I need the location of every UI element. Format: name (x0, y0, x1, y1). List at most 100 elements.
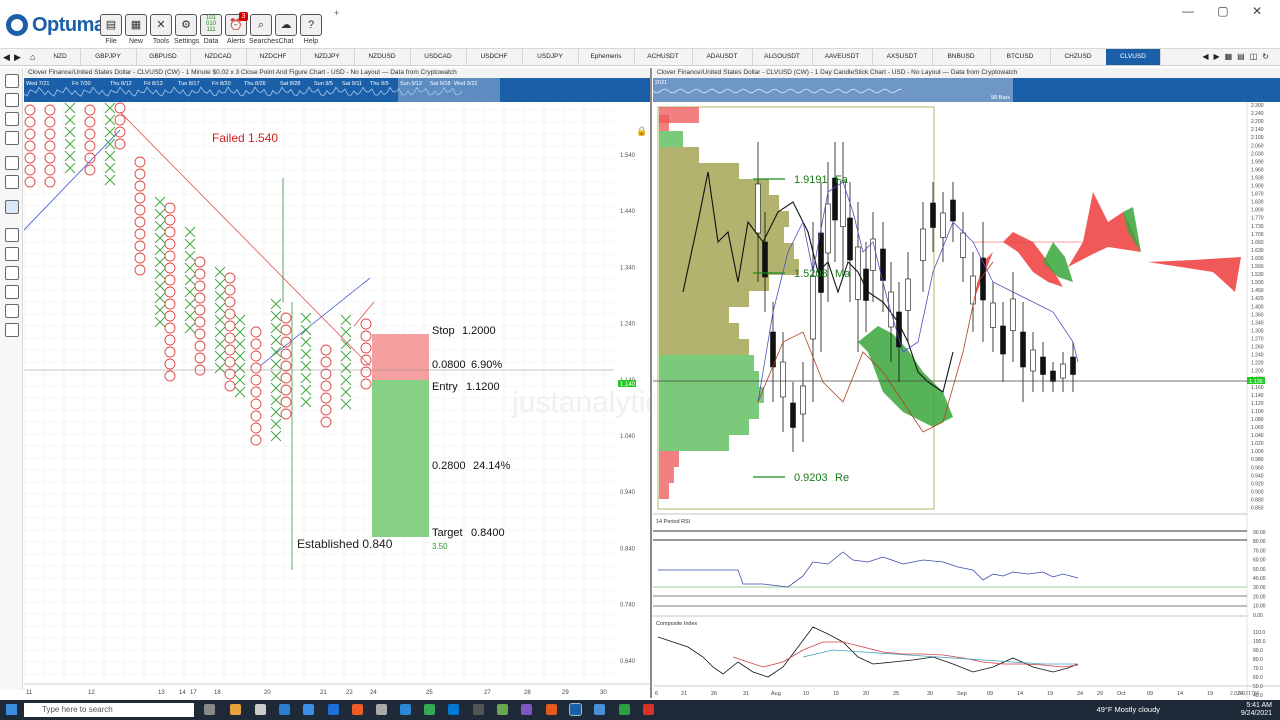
start-icon[interactable] (6, 704, 17, 715)
x-axis-label: 15 (833, 691, 839, 697)
symbol-tab[interactable]: GBPUSD (136, 49, 191, 65)
toolbar-add-icon[interactable]: + (334, 8, 339, 18)
brush-icon[interactable] (5, 285, 19, 299)
searches-button[interactable]: ⌕ Searches (249, 14, 279, 48)
help-button[interactable]: ? Help (299, 14, 323, 48)
file-explorer-icon[interactable] (230, 704, 241, 715)
symbol-tab[interactable]: ADAUSDT (692, 49, 753, 65)
data-button[interactable]: 101 010 111 Data (199, 14, 223, 48)
right-chart-pane[interactable]: Clover Finance/United States Dollar - CL… (653, 68, 1280, 698)
symbol-tab[interactable]: USDCAD (410, 49, 467, 65)
sheets-icon[interactable] (497, 704, 508, 715)
symbol-tab[interactable]: ACHUSDT (634, 49, 693, 65)
task-view-icon[interactable] (204, 704, 215, 715)
x-axis-label: 24 (370, 690, 377, 696)
o-box (114, 126, 126, 138)
right-navigator-strip[interactable]: 2021 98 Bars (653, 78, 1280, 102)
o-box (114, 138, 126, 150)
redo-icon[interactable] (5, 175, 19, 189)
store-icon[interactable] (328, 704, 339, 715)
symbol-tab[interactable]: USDCHF (466, 49, 523, 65)
symbol-tab[interactable]: AAVEUSDT (812, 49, 873, 65)
taskbar-search-input[interactable]: Type here to search (24, 703, 194, 717)
settings-button[interactable]: ⚙ Settings (174, 14, 199, 48)
nav-date-label: Sat 9/18 (430, 81, 451, 87)
symbol-tab[interactable]: BNBUSD (932, 49, 991, 65)
green-app-icon[interactable] (619, 704, 630, 715)
target-value: 0.8400 (471, 527, 505, 539)
firefox-icon[interactable] (546, 704, 557, 715)
chat-button[interactable]: ☁ Chat (274, 14, 298, 48)
o-box (194, 340, 206, 352)
symbol-tab[interactable]: NZDCHF (246, 49, 301, 65)
candlestick-chart-area[interactable]: 2.300 2.240 2.200 2.140 2.100 2.060 2.030 1.990… (653, 102, 1280, 698)
symbol-tab[interactable]: CHZUSD (1050, 49, 1107, 65)
x-axis-label: 21 (320, 690, 327, 696)
discord-icon[interactable] (521, 704, 532, 715)
save-icon[interactable] (5, 112, 19, 126)
app-icon[interactable] (448, 704, 459, 715)
new-button[interactable]: ▦ New (124, 14, 148, 48)
home-icon[interactable]: ⌂ (30, 49, 35, 65)
red-app-icon[interactable] (643, 704, 654, 715)
x-axis-label: 14 (1017, 691, 1023, 697)
terminal-icon[interactable] (473, 704, 484, 715)
crosshair-icon[interactable] (5, 228, 19, 242)
tab-forward-icon[interactable]: ▶ (14, 49, 21, 65)
ci-axis-label: 90.0 (1253, 648, 1263, 654)
symbol-tab[interactable]: BTCUSD (990, 49, 1051, 65)
symbol-tab[interactable]: ALGOUSDT (752, 49, 813, 65)
window-controls[interactable]: — ▢ ✕ (1182, 4, 1272, 18)
pnf-chart-area[interactable]: 1.5401.4401.3401.2401.1401.0400.9400.840… (24, 102, 650, 698)
rsi-axis-label: 20.00 (1253, 594, 1266, 600)
left-chart-pane[interactable]: Clover Finance/United States Dollar - CL… (24, 68, 652, 698)
x-axis-label: 6 (655, 691, 658, 697)
optuma-task-icon[interactable] (569, 703, 582, 716)
symbol-tab[interactable]: GBPJPY (80, 49, 137, 65)
symbol-tab[interactable]: NZD (40, 49, 81, 65)
drawing-tools-sidebar (0, 68, 23, 690)
volume-profile-bar (659, 307, 729, 323)
tab-nav-icons[interactable]: ◀▶▦▤◫↻ (1202, 49, 1274, 65)
folder-open-icon[interactable] (5, 93, 19, 107)
symbol-tab[interactable]: NZDUSD (354, 49, 411, 65)
rsi-axis-label: 10.00 (1253, 604, 1266, 610)
print-icon[interactable] (5, 131, 19, 145)
symbol-tab[interactable]: AXSUSDT (872, 49, 933, 65)
pen-tool-icon[interactable] (5, 200, 19, 214)
layers-icon[interactable] (5, 304, 19, 318)
grid-icon[interactable] (5, 266, 19, 280)
list-icon[interactable] (5, 74, 19, 88)
left-navigator-strip[interactable]: Wed 7/21 Fri 7/30 Thu 8/12 Fri 8/13 Tue 8/17… (24, 78, 650, 102)
tab-back-icon[interactable]: ◀ (3, 49, 10, 65)
volume-profile-bar (659, 483, 669, 499)
weather-widget[interactable]: 49°F Mostly cloudy (1097, 705, 1160, 714)
undo-icon[interactable] (5, 156, 19, 170)
candle-body (950, 199, 956, 222)
edge-icon[interactable] (303, 704, 314, 715)
ci-axis-label: 60.0 (1253, 675, 1263, 681)
browser-icon[interactable] (400, 704, 411, 715)
symbol-tab[interactable]: USDJPY (522, 49, 579, 65)
checklist-icon[interactable] (5, 323, 19, 337)
symbol-tab[interactable]: NZDJPY (300, 49, 355, 65)
taskbar-clock[interactable]: 5:41 AM 9/24/2021 (1241, 702, 1272, 718)
symbol-tab[interactable]: CLVUSD (1106, 49, 1161, 65)
symbol-tab[interactable]: NZDCAD (190, 49, 247, 65)
symbol-tab[interactable]: Ephemeris (578, 49, 635, 65)
o-box (280, 324, 292, 336)
chrome-icon[interactable] (424, 704, 435, 715)
tools-button[interactable]: ✕ Tools (149, 14, 173, 48)
x-axis-label: 31 (743, 691, 749, 697)
mail-icon[interactable] (279, 704, 290, 715)
photos-icon[interactable] (594, 704, 605, 715)
x-axis-label: 28 (524, 690, 531, 696)
lock-icon[interactable] (5, 247, 19, 261)
notepad-icon[interactable] (255, 704, 266, 715)
brave-icon[interactable] (352, 704, 363, 715)
calculator-icon[interactable] (376, 704, 387, 715)
o-box (250, 386, 262, 398)
file-button[interactable]: ▤ File (99, 14, 123, 48)
candle-body (930, 202, 936, 228)
alerts-button[interactable]: ⏰ 3 Alerts (224, 12, 248, 48)
